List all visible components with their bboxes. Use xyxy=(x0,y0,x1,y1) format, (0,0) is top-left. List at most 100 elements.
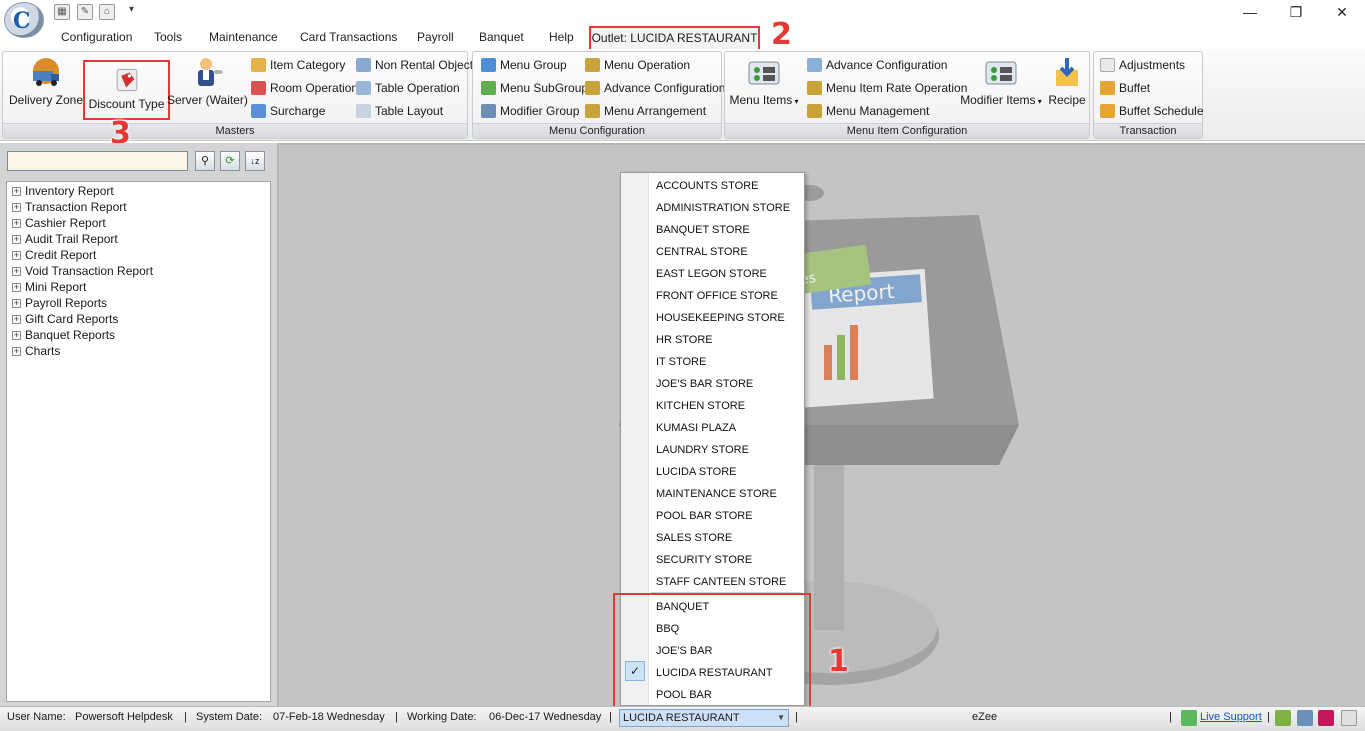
menu-arrangement-label: Menu Arrangement xyxy=(604,104,707,118)
tree-item-mini-report[interactable]: + Mini Report xyxy=(12,279,86,295)
app-logo[interactable]: C xyxy=(4,2,44,38)
option-administration-store[interactable]: ADMINISTRATION STORE xyxy=(656,197,790,219)
menu-group-button[interactable]: Menu Group xyxy=(481,56,567,74)
tab-banquet[interactable]: Banquet xyxy=(479,30,524,44)
discount-type-button[interactable]: Discount Type xyxy=(83,60,170,120)
option-maintenance-store[interactable]: MAINTENANCE STORE xyxy=(656,483,777,505)
tree-item-charts[interactable]: + Charts xyxy=(12,343,60,359)
expand-icon[interactable]: + xyxy=(12,267,21,277)
buffet-schedule-button[interactable]: Buffet Schedule xyxy=(1100,102,1204,120)
option-hr-store[interactable]: HR STORE xyxy=(656,329,713,351)
option-sales-store[interactable]: SALES STORE xyxy=(656,527,732,549)
option-lucida-store[interactable]: LUCIDA STORE xyxy=(656,461,737,483)
tree-item-transaction-report[interactable]: + Transaction Report xyxy=(12,199,127,215)
expand-icon[interactable]: + xyxy=(12,187,21,197)
discount-type-label: Discount Type xyxy=(88,97,165,111)
room-operation-button[interactable]: Room Operation xyxy=(251,79,358,97)
tab-card-transactions[interactable]: Card Transactions xyxy=(300,30,397,44)
quick-access-dropdown-icon[interactable]: ▾ xyxy=(129,4,134,15)
server-waiter-button[interactable]: Server (Waiter) xyxy=(167,56,248,107)
adjustments-button[interactable]: Adjustments xyxy=(1100,56,1185,74)
option-front-office-store[interactable]: FRONT OFFICE STORE xyxy=(656,285,778,307)
surcharge-button[interactable]: Surcharge xyxy=(251,102,325,120)
expand-icon[interactable]: + xyxy=(12,203,21,213)
item-category-button[interactable]: Item Category xyxy=(251,56,345,74)
minimize-button[interactable]: — xyxy=(1227,0,1273,24)
live-support-link[interactable]: Live Support xyxy=(1200,711,1262,723)
expand-icon[interactable]: + xyxy=(12,315,21,325)
color-grid-icon[interactable] xyxy=(1318,710,1334,726)
tree-item-payroll-reports[interactable]: + Payroll Reports xyxy=(12,295,107,311)
option-banquet-store[interactable]: BANQUET STORE xyxy=(656,219,750,241)
option-kumasi-plaza[interactable]: KUMASI PLAZA xyxy=(656,417,736,439)
option-pool-bar-store[interactable]: POOL BAR STORE xyxy=(656,505,753,527)
option-it-store[interactable]: IT STORE xyxy=(656,351,706,373)
option-housekeeping-store[interactable]: HOUSEKEEPING STORE xyxy=(656,307,785,329)
maximize-button[interactable]: ❐ xyxy=(1273,0,1319,24)
tree-item-audit-trail-report[interactable]: + Audit Trail Report xyxy=(12,231,118,247)
option-security-store[interactable]: SECURITY STORE xyxy=(656,549,752,571)
expand-icon[interactable]: + xyxy=(12,347,21,357)
tab-payroll[interactable]: Payroll xyxy=(417,30,454,44)
tab-maintenance[interactable]: Maintenance xyxy=(209,30,278,44)
option-staff-canteen-store[interactable]: STAFF CANTEEN STORE xyxy=(656,571,786,593)
advance-configuration-button[interactable]: Advance Configuration xyxy=(585,79,725,97)
option-central-store[interactable]: CENTRAL STORE xyxy=(656,241,748,263)
annotation-step-1: 1 xyxy=(828,644,849,679)
table-layout-button[interactable]: Table Layout xyxy=(356,102,443,120)
buffet-schedule-icon xyxy=(1100,104,1115,118)
lock-icon[interactable]: ✎ xyxy=(77,4,93,20)
option-joes-bar-store[interactable]: JOE'S BAR STORE xyxy=(656,373,753,395)
buffet-button[interactable]: Buffet xyxy=(1100,79,1150,97)
menu-arrangement-button[interactable]: Menu Arrangement xyxy=(585,102,706,120)
tree-item-banquet-reports[interactable]: + Banquet Reports xyxy=(12,327,115,343)
expand-icon[interactable]: + xyxy=(12,235,21,245)
menu-items-button[interactable]: Menu Items ▾ xyxy=(729,56,799,107)
menu-subgroup-button[interactable]: Menu SubGroup xyxy=(481,79,588,97)
option-laundry-store[interactable]: LAUNDRY STORE xyxy=(656,439,749,461)
expand-icon[interactable]: + xyxy=(12,219,21,229)
expand-icon[interactable]: + xyxy=(12,331,21,341)
tree-item-inventory-report[interactable]: + Inventory Report xyxy=(12,183,114,199)
table-operation-button[interactable]: Table Operation xyxy=(356,79,460,97)
binoculars-icon[interactable]: ⚲ xyxy=(195,151,215,171)
non-rental-object-button[interactable]: Non Rental Object xyxy=(356,56,473,74)
tree-item-void-transaction-report[interactable]: + Void Transaction Report xyxy=(12,263,153,279)
tree-item-credit-report[interactable]: + Credit Report xyxy=(12,247,96,263)
recipe-button[interactable]: Recipe xyxy=(1047,56,1087,107)
buffet-label: Buffet xyxy=(1119,81,1151,95)
expand-icon[interactable]: + xyxy=(12,251,21,261)
delivery-zone-button[interactable]: Delivery Zone xyxy=(9,56,83,107)
home-icon[interactable]: ⌂ xyxy=(99,4,115,20)
expand-icon[interactable]: + xyxy=(12,283,21,293)
outlet-select[interactable]: LUCIDA RESTAURANT ▼ xyxy=(619,709,789,727)
surcharge-label: Surcharge xyxy=(270,104,326,118)
sort-az-icon[interactable]: ↓z xyxy=(245,151,265,171)
chevron-down-icon: ▼ xyxy=(777,713,785,722)
option-accounts-store[interactable]: ACCOUNTS STORE xyxy=(656,175,758,197)
tree-item-cashier-report[interactable]: + Cashier Report xyxy=(12,215,106,231)
abc-icon[interactable] xyxy=(1341,710,1357,726)
menu-management-button[interactable]: Menu Management xyxy=(807,102,929,120)
messenger-icon[interactable] xyxy=(1297,710,1313,726)
menu-item-rate-operation-button[interactable]: Menu Item Rate Operation xyxy=(807,79,967,97)
tab-configuration[interactable]: Configuration xyxy=(61,30,132,44)
close-button[interactable]: ✕ xyxy=(1319,0,1365,24)
group-menu-item-configuration: Menu Items ▾ Advance Configuration Menu … xyxy=(724,51,1090,139)
modifier-group-button[interactable]: Modifier Group xyxy=(481,102,579,120)
search-input[interactable] xyxy=(7,151,188,171)
option-kitchen-store[interactable]: KITCHEN STORE xyxy=(656,395,745,417)
tab-help[interactable]: Help xyxy=(549,30,574,44)
tree-item-gift-card-reports[interactable]: + Gift Card Reports xyxy=(12,311,118,327)
modifier-items-button[interactable]: Modifier Items ▾ xyxy=(959,56,1043,107)
item-advance-configuration-button[interactable]: Advance Configuration xyxy=(807,56,947,74)
refresh-icon[interactable]: ⟳ xyxy=(220,151,240,171)
modifier-items-label: Modifier Items xyxy=(960,93,1036,107)
option-east-legon-store[interactable]: EAST LEGON STORE xyxy=(656,263,767,285)
expand-icon[interactable]: + xyxy=(12,299,21,309)
grid-icon[interactable]: ▦ xyxy=(54,4,70,20)
menu-operation-button[interactable]: Menu Operation xyxy=(585,56,690,74)
tab-outlet[interactable]: Outlet: LUCIDA RESTAURANT xyxy=(589,26,760,51)
flag-icon[interactable] xyxy=(1275,710,1291,726)
tab-tools[interactable]: Tools xyxy=(154,30,182,44)
